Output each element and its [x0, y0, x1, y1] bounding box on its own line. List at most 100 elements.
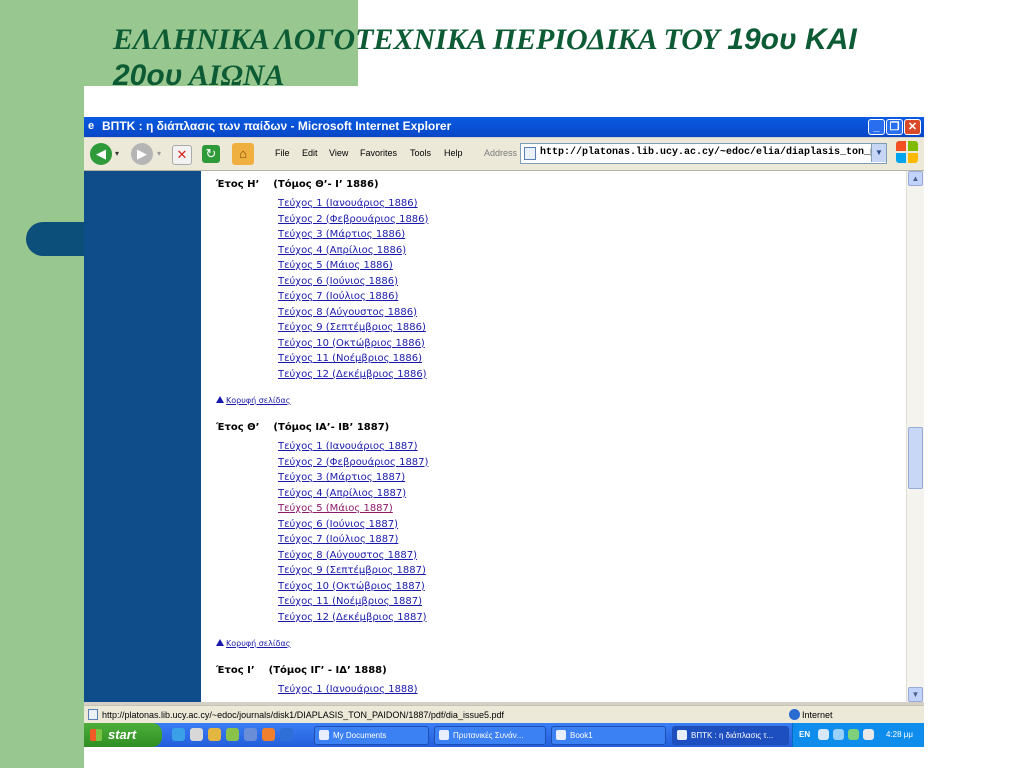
ie-logo-icon: e	[88, 120, 95, 132]
menu-help[interactable]: Help	[444, 148, 463, 158]
issue-link[interactable]: Τεύχος 5 (Μάιος 1886)	[278, 260, 393, 271]
quicklaunch-printer-icon[interactable]	[190, 728, 203, 741]
quicklaunch-browser-icon[interactable]	[280, 728, 293, 741]
issue-link[interactable]: Τεύχος 9 (Σεπτέμβριος 1887)	[278, 565, 426, 576]
browser-toolbar: ◀ ▾ ▶ ▾ ✕ ↻ ⌂ File Edit View Favorites T…	[84, 138, 924, 171]
window-title: ΒΠΤΚ : η διάπλασις των παίδων - Microsof…	[102, 119, 452, 133]
task-excel[interactable]: Book1	[551, 726, 666, 745]
browser-window: e ΒΠΤΚ : η διάπλασις των παίδων - Micros…	[84, 117, 924, 747]
task-my-documents[interactable]: My Documents	[314, 726, 429, 745]
quicklaunch-ie-icon[interactable]	[172, 728, 185, 741]
window-titlebar[interactable]: e ΒΠΤΚ : η διάπλασις των παίδων - Micros…	[84, 117, 924, 137]
issue-link[interactable]: Τεύχος 8 (Αύγουστος 1886)	[278, 307, 417, 318]
back-to-top-label: Κορυφή σελίδας	[226, 396, 291, 405]
back-icon[interactable]: ◀	[90, 143, 112, 165]
address-bar[interactable]: http://platonas.lib.ucy.ac.cy/~edoc/elia…	[520, 143, 887, 164]
issue-link[interactable]: Τεύχος 10 (Οκτώβριος 1887)	[278, 581, 425, 592]
tray-monitor-icon[interactable]	[863, 729, 874, 740]
page-sidebar	[84, 171, 201, 702]
task-internet-explorer[interactable]: ΒΠΤΚ : η διάπλασις τ...	[672, 726, 789, 745]
menu-tools[interactable]: Tools	[410, 148, 431, 158]
scroll-up-icon[interactable]: ▲	[908, 171, 923, 186]
internet-globe-icon	[789, 709, 800, 720]
tray-help-icon[interactable]	[818, 729, 829, 740]
menu-edit[interactable]: Edit	[302, 148, 318, 158]
forward-icon[interactable]: ▶	[131, 143, 153, 165]
issue-link[interactable]: Τεύχος 7 (Ιούλιος 1886)	[278, 291, 398, 302]
address-dropdown-icon[interactable]: ▼	[871, 144, 886, 162]
restore-button[interactable]: ❐	[886, 119, 903, 135]
issue-link[interactable]: Τεύχος 1 (Ιανουάριος 1887)	[278, 441, 418, 452]
issue-link[interactable]: Τεύχος 10 (Οκτώβριος 1886)	[278, 338, 425, 349]
volume-label: (Τόμος ΙΓ’ - ΙΔ’ 1888)	[268, 665, 387, 676]
security-zone: Internet	[802, 710, 833, 720]
slide-title-part2: ΑΙΩΝΑ	[182, 59, 285, 92]
scroll-down-icon[interactable]: ▼	[908, 687, 923, 702]
year-heading: Έτος Θ’ (Τόμος ΙΑ’- ΙΒ’ 1887)	[216, 422, 389, 433]
menu-file[interactable]: File	[275, 148, 290, 158]
quicklaunch-app-icon[interactable]	[226, 728, 239, 741]
issue-link[interactable]: Τεύχος 3 (Μάρτιος 1887)	[278, 472, 405, 483]
issue-link[interactable]: Τεύχος 1 (Ιανουάριος 1886)	[278, 198, 418, 209]
task-powerpoint[interactable]: Πρυτανικές Συνάν...	[434, 726, 546, 745]
menu-view[interactable]: View	[329, 148, 348, 158]
forward-dropdown-icon[interactable]: ▾	[154, 143, 164, 165]
home-icon[interactable]: ⌂	[232, 143, 254, 165]
status-text: http://platonas.lib.ucy.ac.cy/~edoc/jour…	[102, 710, 504, 720]
task-label: My Documents	[333, 731, 387, 740]
issue-link[interactable]: Τεύχος 12 (Δεκέμβριος 1887)	[278, 612, 427, 623]
back-dropdown-icon[interactable]: ▾	[112, 143, 122, 165]
issue-link[interactable]: Τεύχος 12 (Δεκέμβριος 1886)	[278, 369, 427, 380]
start-label: start	[108, 727, 137, 742]
journal-issue-list: Έτος Η’ (Τόμος Θ’- Ι’ 1886) Τεύχος 1 (Ιανο…	[206, 171, 906, 702]
issue-link[interactable]: Τεύχος 5 (Μάιος 1887)	[278, 503, 393, 514]
slide-title: ΕΛΛΗΝΙΚΑ ΛΟΓΟΤΕΧΝΙΚΑ ΠΕΡΙΟΔΙΚΑ ΤΟΥ 19ου …	[113, 22, 993, 94]
slide-title-num1: 19ου ΚΑΙ	[727, 23, 857, 56]
stop-icon[interactable]: ✕	[172, 145, 192, 165]
folder-icon	[319, 730, 329, 740]
scroll-thumb[interactable]	[908, 427, 923, 489]
page-content: Έτος Η’ (Τόμος Θ’- Ι’ 1886) Τεύχος 1 (Ιανο…	[84, 171, 924, 702]
issue-link[interactable]: Τεύχος 11 (Νοέμβριος 1886)	[278, 353, 422, 364]
issue-link[interactable]: Τεύχος 4 (Απρίλιος 1886)	[278, 245, 406, 256]
clock: 4:28 μμ	[886, 730, 914, 739]
language-indicator[interactable]: EN	[799, 730, 810, 739]
close-button[interactable]: ✕	[904, 119, 921, 135]
start-button[interactable]: start	[84, 723, 162, 747]
vertical-scrollbar[interactable]: ▲ ▼	[906, 171, 924, 702]
taskbar: start My Documents Πρυτανικές Συνάν... B…	[84, 723, 924, 747]
quicklaunch-folder-icon[interactable]	[208, 728, 221, 741]
year-label: Έτος Θ’	[216, 422, 260, 433]
back-to-top-link[interactable]: Κορυφή σελίδας	[216, 639, 290, 648]
up-arrow-icon	[216, 639, 224, 646]
status-bar: http://platonas.lib.ucy.ac.cy/~edoc/jour…	[84, 705, 924, 724]
issue-link[interactable]: Τεύχος 6 (Ιούνιος 1887)	[278, 519, 398, 530]
issue-link[interactable]: Τεύχος 11 (Νοέμβριος 1887)	[278, 596, 422, 607]
menu-favorites[interactable]: Favorites	[360, 148, 397, 158]
quicklaunch-network-icon[interactable]	[244, 728, 257, 741]
quicklaunch-media-icon[interactable]	[262, 728, 275, 741]
back-to-top-link[interactable]: Κορυφή σελίδας	[216, 396, 290, 405]
slide-title-num2: 20ου	[113, 59, 183, 92]
issue-link[interactable]: Τεύχος 6 (Ιούνιος 1886)	[278, 276, 398, 287]
issue-link[interactable]: Τεύχος 1 (Ιανουάριος 1888)	[278, 684, 418, 695]
address-input[interactable]: http://platonas.lib.ucy.ac.cy/~edoc/elia…	[540, 147, 886, 158]
ie-icon	[677, 730, 687, 740]
issue-link[interactable]: Τεύχος 3 (Μάρτιος 1886)	[278, 229, 405, 240]
issue-link[interactable]: Τεύχος 9 (Σεπτέμβριος 1886)	[278, 322, 426, 333]
task-label: Book1	[570, 731, 593, 740]
tray-network-icon[interactable]	[833, 729, 844, 740]
issue-link[interactable]: Τεύχος 2 (Φεβρουάριος 1887)	[278, 457, 428, 468]
issue-link[interactable]: Τεύχος 2 (Φεβρουάριος 1886)	[278, 214, 428, 225]
year-label: Έτος Η’	[216, 179, 260, 190]
refresh-icon[interactable]: ↻	[202, 145, 220, 163]
issue-link[interactable]: Τεύχος 4 (Απρίλιος 1887)	[278, 488, 406, 499]
year-label: Έτος Ι’	[216, 665, 255, 676]
minimize-button[interactable]: _	[868, 119, 885, 135]
tray-volume-icon[interactable]	[848, 729, 859, 740]
slide-left-band	[0, 0, 84, 768]
address-label: Address	[484, 148, 518, 158]
issue-link[interactable]: Τεύχος 7 (Ιούλιος 1887)	[278, 534, 398, 545]
issue-link[interactable]: Τεύχος 8 (Αύγουστος 1887)	[278, 550, 417, 561]
task-label: ΒΠΤΚ : η διάπλασις τ...	[691, 731, 774, 740]
